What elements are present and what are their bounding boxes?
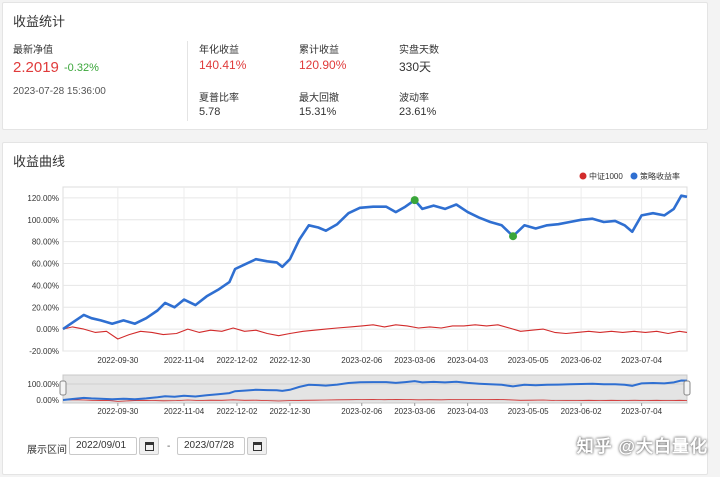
x-tick-label: 2022-12-30 [269,356,310,365]
legend-label: 策略收益率 [640,171,680,181]
annual-return-value: 140.41% [199,58,247,72]
stats-title: 收益统计 [13,14,66,29]
range-dash: - [167,441,171,452]
latest-nav-value: 2.2019 [13,59,59,76]
live-days-value: 330天 [399,60,432,74]
x-tick-label: 2023-03-06 [394,356,435,365]
x-tick-label: 2022-09-30 [97,356,138,365]
curve-card: 收益曲线 120.00% 100.00% 80.00% 60.00% 40.00% 20.… [2,142,708,475]
navigator-x-tick-label: 2023-05-05 [508,407,549,416]
live-days-label: 实盘天数 [399,45,439,56]
returns-chart[interactable]: 120.00% 100.00% 80.00% 60.00% 40.00% 20.00% 0.… [3,143,709,443]
navigator-x-tick-label: 2023-02-06 [341,407,382,416]
y-tick-label: -20.00% [29,347,59,356]
x-tick-label: 2022-12-02 [217,356,258,365]
range-label: 展示区间 [27,445,67,456]
cum-return-value: 120.90% [299,58,347,72]
navigator-y-tick-label: 100.00% [27,380,59,389]
end-date-field[interactable]: 2023/07/28 [177,437,245,455]
navigator-x-tick-label: 2022-09-30 [97,407,138,416]
y-tick-label: 120.00% [27,194,59,203]
volatility-label: 波动率 [399,93,429,104]
start-calendar-button[interactable] [139,437,159,455]
y-tick-label: 0.00% [36,325,59,334]
stats-divider [187,41,188,121]
navigator-x-tick-label: 2023-06-02 [561,407,602,416]
latest-change-value: -0.32% [64,62,99,74]
navigator-handle[interactable] [683,380,691,396]
y-tick-label: 40.00% [32,281,59,290]
cum-return-label: 累计收益 [299,45,339,56]
watermark: 知乎 @大白量化 [576,437,708,456]
end-calendar-button[interactable] [247,437,267,455]
x-tick-label: 2023-07-04 [621,356,662,365]
navigator-x-tick-label: 2023-03-06 [394,407,435,416]
sharpe-label: 夏普比率 [199,93,239,104]
annual-return-label: 年化收益 [199,45,239,56]
calendar-icon [252,441,262,451]
latest-nav-label: 最新净值 [13,45,53,56]
navigator-x-tick-label: 2022-11-04 [164,407,205,416]
legend-marker [579,172,587,180]
y-tick-label: 80.00% [32,238,59,247]
stats-card: 收益统计 最新净值 2.2019 -0.32% 2023-07-28 15:36… [2,2,708,130]
extreme-marker [509,232,518,241]
y-tick-label: 60.00% [32,260,59,269]
plot-area [62,186,688,352]
x-tick-label: 2023-04-03 [447,356,488,365]
navigator-area [62,374,688,404]
navigator-x-tick-label: 2022-12-02 [217,407,258,416]
navigator-x-tick-label: 2023-04-03 [447,407,488,416]
volatility-value: 23.61% [399,106,437,118]
x-tick-label: 2023-05-05 [508,356,549,365]
max-dd-label: 最大回撤 [299,93,339,104]
extreme-marker [410,196,419,205]
sharpe-value: 5.78 [199,106,221,118]
navigator-x-tick-label: 2023-07-04 [621,407,662,416]
navigator-y-tick-label: 0.00% [36,396,59,405]
y-tick-label: 100.00% [27,216,59,225]
navigator-x-tick-label: 2022-12-30 [269,407,310,416]
x-tick-label: 2023-06-02 [561,356,602,365]
x-tick-label: 2023-02-06 [341,356,382,365]
start-date-field[interactable]: 2022/09/01 [69,437,137,455]
calendar-icon [144,441,154,451]
navigator-handle[interactable] [59,380,67,396]
legend-marker [630,172,638,180]
legend-label: 中证1000 [589,171,623,181]
y-tick-label: 20.00% [32,303,59,312]
max-dd-value: 15.31% [299,106,337,118]
x-tick-label: 2022-11-04 [164,356,205,365]
timestamp: 2023-07-28 15:36:00 [13,86,106,97]
